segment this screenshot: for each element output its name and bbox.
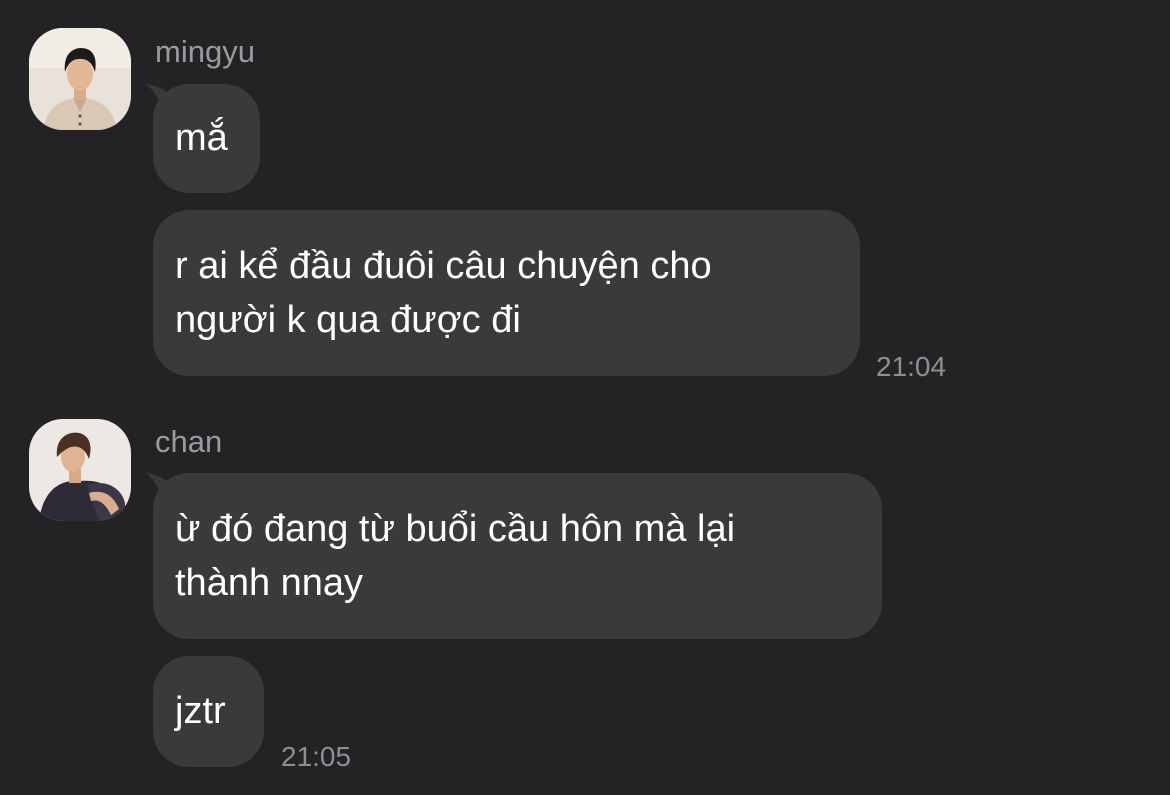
message-text: mắ <box>175 117 228 159</box>
avatar-mingyu[interactable] <box>29 28 131 130</box>
sender-name: chan <box>155 424 223 459</box>
message-text: r ai kể đầu đuôi câu chuyện cho người k … <box>175 245 712 341</box>
user-photo-avatar-icon <box>29 28 131 130</box>
message-bubble[interactable]: ừ đó đang từ buổi cầu hôn mà lại thành n… <box>153 473 882 639</box>
message-bubble[interactable]: r ai kể đầu đuôi câu chuyện cho người k … <box>153 210 860 376</box>
message-timestamp: 21:05 <box>281 741 352 772</box>
sender-name: mingyu <box>155 34 255 69</box>
message-text: ừ đó đang từ buổi cầu hôn mà lại thành n… <box>175 508 736 604</box>
message-timestamp: 21:04 <box>876 351 947 382</box>
message-bubble[interactable]: mắ <box>153 84 260 193</box>
message-bubble[interactable]: jztr <box>153 656 264 767</box>
avatar-chan[interactable] <box>29 419 131 521</box>
user-photo-avatar-icon <box>29 419 131 521</box>
message-text: jztr <box>175 690 226 732</box>
